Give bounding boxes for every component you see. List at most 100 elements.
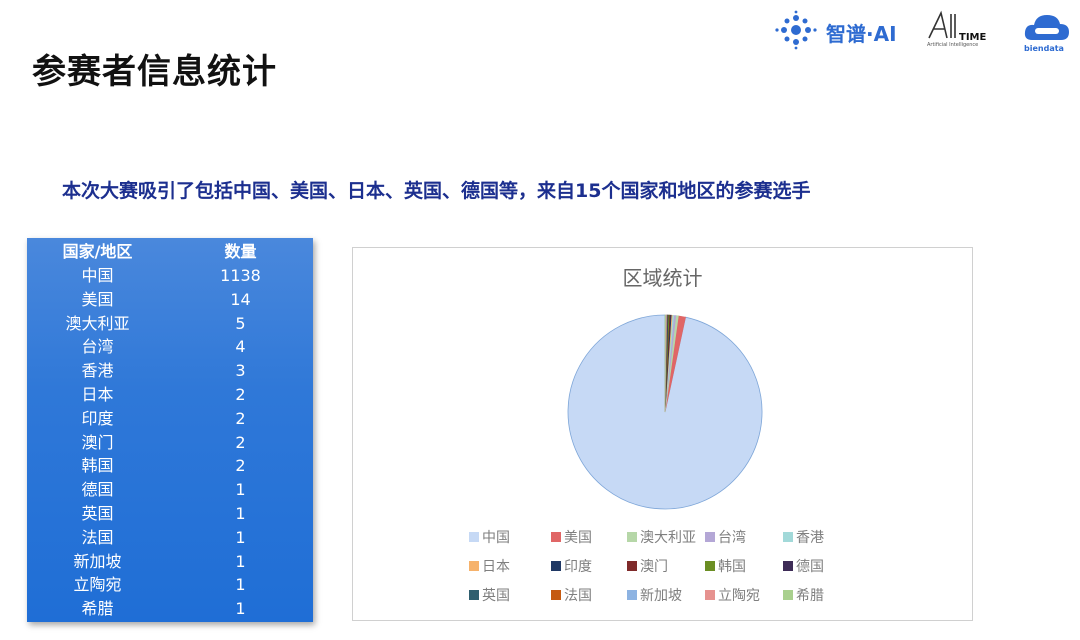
legend-label: 新加坡	[640, 588, 682, 604]
legend-item: 中国	[469, 528, 510, 546]
legend-swatch	[627, 561, 637, 571]
table-row: 澳大利亚 5	[27, 312, 313, 336]
table-header-row: 国家/地区 数量	[27, 240, 313, 264]
table-row: 法国 1	[27, 526, 313, 550]
legend-swatch	[551, 561, 561, 571]
region-cell: 立陶宛	[73, 575, 122, 595]
legend-swatch	[783, 561, 793, 571]
legend-swatch	[705, 561, 715, 571]
table-row: 日本 2	[27, 383, 313, 407]
legend-swatch	[469, 561, 479, 571]
legend-label: 美国	[564, 530, 592, 546]
legend-swatch	[627, 532, 637, 542]
region-cell: 澳大利亚	[65, 313, 130, 333]
legend-swatch	[551, 532, 561, 542]
region-cell: 美国	[81, 289, 114, 309]
table-row: 中国 1138	[27, 264, 313, 288]
legend-label: 法国	[564, 588, 592, 604]
legend-label: 中国	[482, 530, 510, 546]
biendata-logo: biendata	[1022, 10, 1074, 58]
legend-item: 香港	[783, 528, 824, 546]
region-pie-chart: 区域统计 中国 美国 澳大利亚 台湾 香港日本 印度 澳门 韩国 德国英国 法国 新加坡 立陶宛 希腊	[352, 247, 973, 621]
count-cell: 2	[235, 385, 246, 404]
chart-title: 区域统计	[622, 266, 703, 290]
region-cell: 香港	[81, 361, 114, 381]
count-cell: 1	[235, 527, 246, 547]
country-count-table: 国家/地区 数量 中国 1138 美国 14 澳大利亚 5 台湾 4 香港 3 日本 2 印度 2 澳门 2 韩…	[27, 238, 313, 622]
table-row: 新加坡 1	[27, 550, 313, 574]
legend-swatch	[705, 590, 715, 600]
legend-swatch	[469, 590, 479, 600]
region-cell: 澳门	[81, 432, 114, 452]
table-row: 印度 2	[27, 407, 313, 431]
count-cell: 1	[235, 551, 246, 571]
legend-item: 法国	[551, 586, 592, 604]
legend-label: 立陶宛	[718, 588, 760, 604]
table-row: 韩国 2	[27, 454, 313, 478]
region-cell: 法国	[81, 527, 114, 547]
table-row: 台湾 4	[27, 335, 313, 359]
legend-label: 英国	[482, 588, 510, 604]
count-cell: 1	[235, 599, 246, 619]
column-header-count: 数量	[224, 242, 257, 261]
table-row: 澳门 2	[27, 431, 313, 455]
legend-swatch	[783, 532, 793, 542]
legend-label: 韩国	[718, 559, 746, 575]
legend-label: 希腊	[796, 588, 824, 604]
zhipu-logo-text: 智谱·AI	[826, 22, 897, 46]
region-cell: 印度	[81, 408, 114, 428]
region-cell: 韩国	[81, 456, 114, 476]
region-cell: 中国	[81, 266, 114, 285]
count-cell: 3	[235, 361, 246, 381]
legend-item: 新加坡	[627, 586, 682, 604]
biendata-logo-text: biendata	[1024, 44, 1064, 53]
count-cell: 14	[230, 289, 251, 309]
summary-subtitle: 本次大赛吸引了包括中国、美国、日本、英国、德国等，来自15个国家和地区的参赛选手	[62, 180, 811, 202]
zhipu-dots-icon	[775, 10, 817, 50]
pie-chart-svg	[567, 314, 763, 510]
table-row: 立陶宛 1	[27, 573, 313, 597]
count-cell: 4	[235, 337, 246, 357]
legend-label: 澳大利亚	[640, 530, 696, 546]
page-title: 参赛者信息统计	[32, 52, 277, 92]
count-cell: 1138	[220, 266, 261, 285]
count-cell: 2	[235, 408, 246, 428]
table-row: 希腊 1	[27, 597, 313, 621]
count-cell: 1	[235, 575, 246, 595]
table-row: 英国 1	[27, 502, 313, 526]
legend-swatch	[551, 590, 561, 600]
legend-item: 立陶宛	[705, 586, 760, 604]
legend-item: 韩国	[705, 557, 746, 575]
column-header-region: 国家/地区	[62, 242, 133, 261]
legend-label: 印度	[564, 559, 592, 575]
table-row: 香港 3	[27, 359, 313, 383]
aitime-logo-subtext: Artificial Intelligence	[927, 42, 979, 48]
legend-item: 日本	[469, 557, 510, 575]
legend-item: 印度	[551, 557, 592, 575]
legend-item: 澳大利亚	[627, 528, 696, 546]
region-cell: 日本	[81, 385, 114, 404]
legend-label: 德国	[796, 559, 824, 575]
legend-item: 德国	[783, 557, 824, 575]
legend-label: 日本	[482, 559, 510, 575]
legend-item: 希腊	[783, 586, 824, 604]
table-row: 美国 14	[27, 288, 313, 312]
region-cell: 新加坡	[73, 551, 122, 571]
legend-label: 台湾	[718, 530, 746, 546]
cloud-icon	[1024, 15, 1069, 40]
legend-swatch	[783, 590, 793, 600]
legend-item: 澳门	[627, 557, 668, 575]
table-row: 德国 1	[27, 478, 313, 502]
region-cell: 希腊	[81, 599, 114, 619]
legend-item: 台湾	[705, 528, 746, 546]
count-cell: 1	[235, 504, 246, 523]
count-cell: 5	[235, 313, 246, 333]
region-cell: 台湾	[81, 337, 114, 357]
legend-swatch	[469, 532, 479, 542]
region-cell: 德国	[81, 480, 114, 500]
legend-swatch	[705, 532, 715, 542]
count-cell: 1	[235, 480, 246, 500]
count-cell: 2	[235, 432, 246, 452]
legend-label: 澳门	[640, 559, 668, 575]
count-cell: 2	[235, 456, 246, 476]
